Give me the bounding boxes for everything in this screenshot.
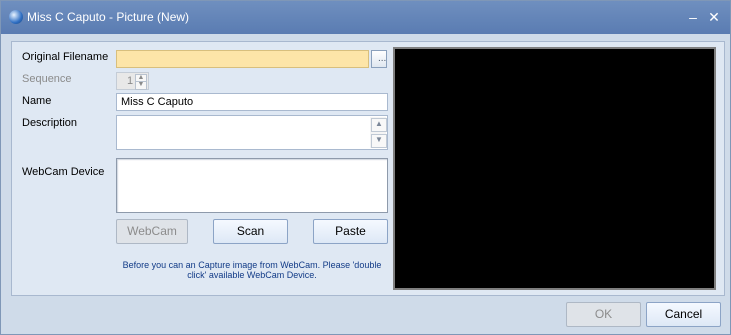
minimize-icon[interactable]: –: [685, 10, 701, 26]
description-input[interactable]: ▲ ▼: [116, 115, 388, 150]
name-input[interactable]: [116, 93, 388, 111]
scan-button[interactable]: Scan: [213, 219, 288, 244]
original-filename-input[interactable]: [116, 50, 369, 68]
window-title: Miss C Caputo - Picture (New): [27, 10, 190, 24]
sequence-spinner[interactable]: 1 ▲ ▼: [116, 72, 149, 90]
webcam-device-list[interactable]: [116, 158, 388, 213]
close-icon[interactable]: ✕: [706, 10, 722, 26]
browse-button[interactable]: ...: [371, 50, 387, 68]
spin-down-icon[interactable]: ▼: [135, 81, 147, 90]
original-filename-label: Original Filename: [22, 51, 109, 63]
webcam-device-label: WebCam Device: [22, 166, 105, 178]
title-bar: Miss C Caputo - Picture (New) – ✕: [1, 1, 730, 34]
scroll-up-icon[interactable]: ▲: [371, 118, 387, 132]
picture-preview: [393, 47, 716, 290]
description-label: Description: [22, 117, 78, 129]
picture-form-panel: Original Filename ... Sequence 1 ▲ ▼ Nam…: [11, 41, 725, 296]
webcam-help-text: Before you can an Capture image from Web…: [122, 260, 382, 280]
sequence-label: Sequence: [22, 73, 72, 85]
description-scrollbar[interactable]: ▲ ▼: [370, 117, 387, 148]
webcam-button[interactable]: WebCam: [116, 219, 188, 244]
sequence-value: 1: [127, 75, 134, 87]
globe-icon: [9, 10, 23, 24]
ok-button[interactable]: OK: [566, 302, 641, 327]
scroll-down-icon[interactable]: ▼: [371, 134, 387, 148]
picture-dialog: Miss C Caputo - Picture (New) – ✕ Origin…: [0, 0, 731, 335]
paste-button[interactable]: Paste: [313, 219, 388, 244]
cancel-button[interactable]: Cancel: [646, 302, 721, 327]
name-label: Name: [22, 95, 52, 107]
